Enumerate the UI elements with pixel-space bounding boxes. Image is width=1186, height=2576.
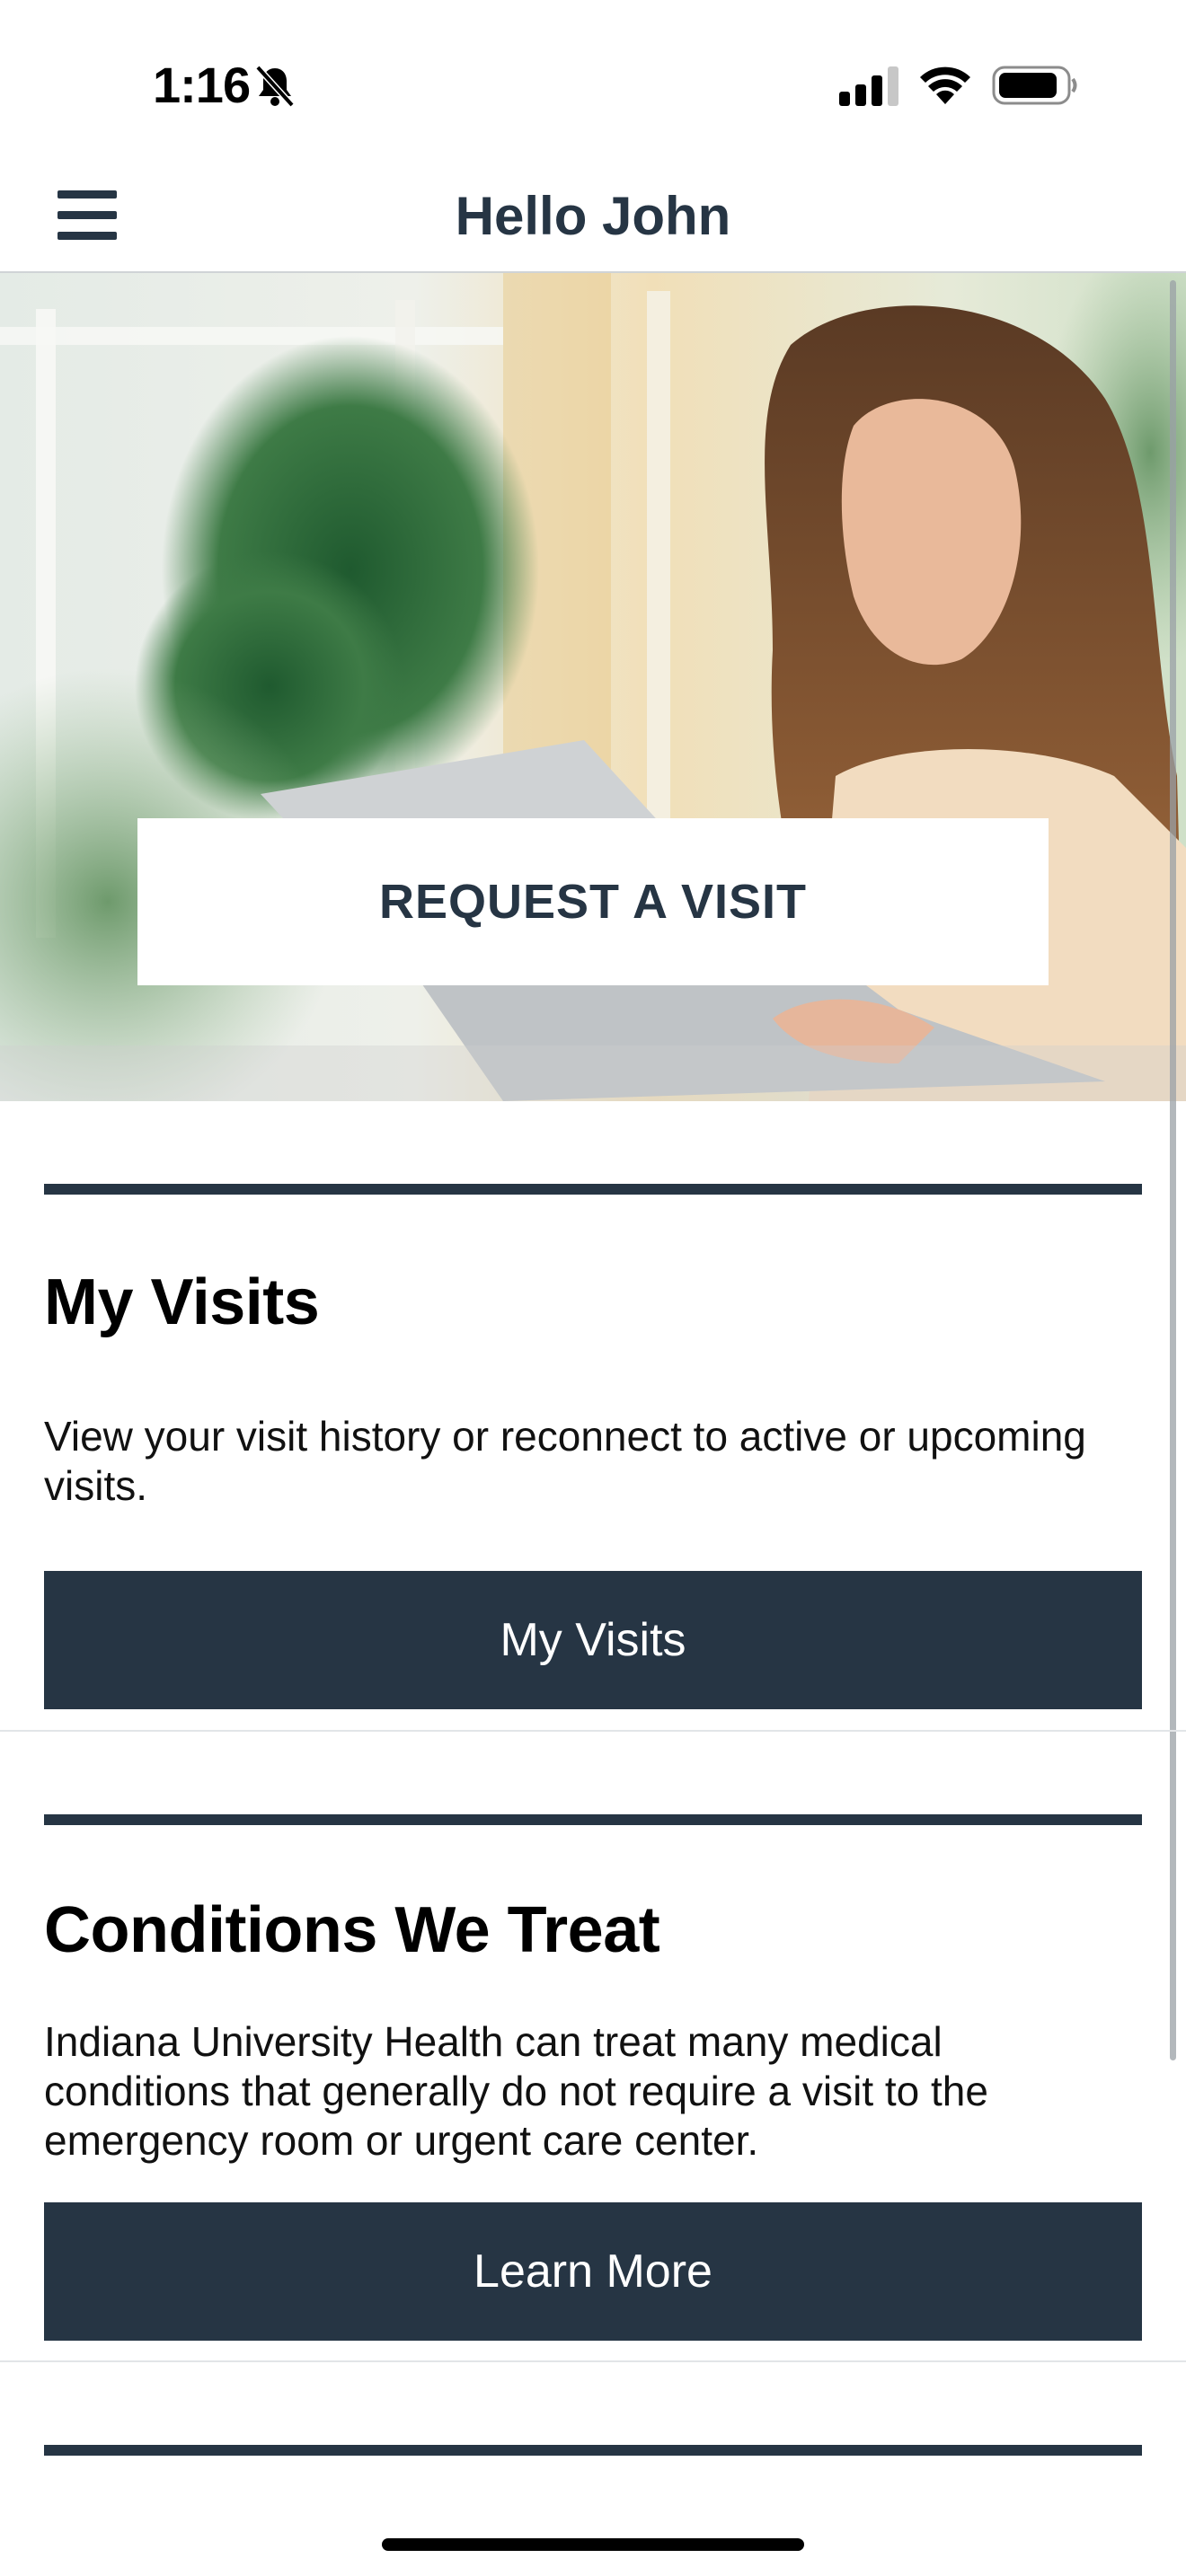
section-rule (44, 2445, 1142, 2456)
conditions-we-treat-section: Conditions We Treat Indiana University H… (0, 1732, 1186, 2362)
section-rule (44, 1814, 1142, 1825)
my-visits-button[interactable]: My Visits (44, 1571, 1142, 1709)
section-description: View your visit history or reconnect to … (44, 1413, 1086, 1509)
navigation-bar: Hello John (0, 162, 1186, 273)
hero-banner: REQUEST A VISIT (0, 273, 1186, 1101)
section-divider (0, 2360, 1186, 2362)
wifi-icon (920, 66, 970, 104)
learn-more-button[interactable]: Learn More (44, 2202, 1142, 2341)
battery-icon (992, 66, 1077, 105)
cellular-signal-icon (839, 66, 898, 106)
section-description: Indiana University Health can treat many… (44, 2018, 988, 2164)
home-indicator[interactable] (382, 2538, 804, 2551)
section-heading: Conditions We Treat (44, 1894, 660, 1966)
status-time: 1:16 (153, 57, 251, 113)
bell-slash-icon (255, 65, 295, 108)
page-title: Hello John (455, 186, 731, 246)
status-bar: 1:16 (0, 0, 1186, 162)
request-a-visit-button[interactable]: REQUEST A VISIT (137, 818, 1049, 985)
section-heading: My Visits (44, 1266, 320, 1338)
section-rule (44, 1184, 1142, 1195)
my-visits-section: My Visits View your visit history or rec… (0, 1101, 1186, 1732)
